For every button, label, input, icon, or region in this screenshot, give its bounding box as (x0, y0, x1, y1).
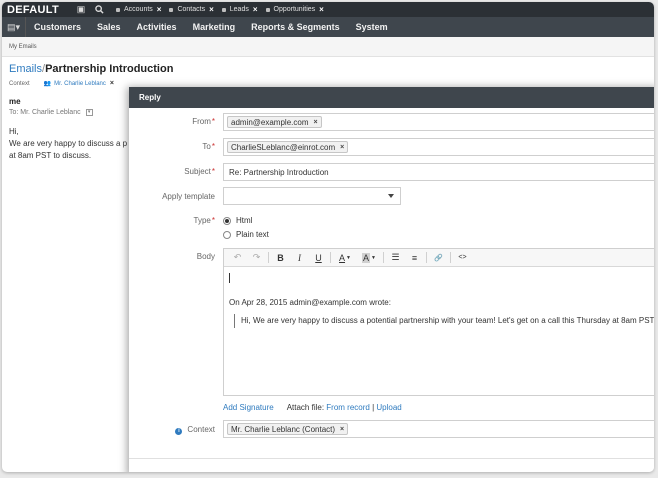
context-field[interactable]: Mr. Charlie Leblanc (Contact) × (223, 420, 654, 438)
pinned-tab-contacts[interactable]: Contacts × (169, 5, 214, 14)
body-label: Body (196, 252, 215, 261)
page-title: Emails/Partnership Introduction (9, 63, 174, 75)
template-label: Apply template (162, 192, 215, 201)
dashboard-menu-icon[interactable]: ▤▾ (2, 17, 26, 37)
pinned-tab-accounts[interactable]: Accounts × (116, 5, 161, 14)
to-tag: CharlieSLeblanc@einrot.com × (227, 141, 349, 153)
subject-input[interactable]: Re: Partnership Introduction (223, 163, 654, 181)
code-icon[interactable]: <> (453, 250, 472, 266)
from-tag: admin@example.com × (227, 116, 322, 128)
email-subject-title: Partnership Introduction (45, 63, 174, 75)
type-plain-text-radio[interactable]: Plain text (223, 230, 269, 239)
type-label: Type* (193, 216, 215, 225)
menu-sales[interactable]: Sales (89, 22, 129, 32)
undo-icon[interactable]: ↶ (228, 250, 247, 266)
pin-icon (116, 7, 120, 12)
numbered-list-icon[interactable]: ≡ (405, 250, 424, 266)
remove-icon[interactable]: × (340, 426, 344, 433)
app-window: DEFAULT ▣ Accounts × Contacts × Leads × Opp… (2, 2, 654, 472)
email-body-preview: Hi, We are very happy to discuss a p at … (9, 127, 128, 160)
radio-unchecked-icon (223, 230, 231, 239)
from-label: From* (192, 117, 215, 126)
dialog-title: Reply (129, 87, 654, 108)
close-icon[interactable]: × (253, 5, 258, 14)
pinned-tab-leads[interactable]: Leads × (221, 5, 258, 14)
context-field-label: i Context (129, 425, 215, 435)
quoted-message: Hi, We are very happy to discuss a poten… (234, 314, 654, 328)
menu-activities[interactable]: Activities (129, 22, 185, 32)
menu-reports-segments[interactable]: Reports & Segments (243, 22, 348, 32)
redo-icon[interactable]: ↷ (247, 250, 266, 266)
subject-label: Subject* (184, 167, 215, 176)
pinned-tab-opportunities[interactable]: Opportunities × (265, 5, 324, 14)
breadcrumb-item[interactable]: My Emails (9, 44, 37, 50)
pin-icon (169, 7, 174, 12)
contact-icon: 👥 (43, 81, 52, 87)
editor-toolbar: ↶ ↷ B I U A ▼ A ▼ ☰ ≡ 🔗 <> (224, 249, 654, 267)
info-icon[interactable]: i (175, 428, 183, 435)
pin-icon (265, 7, 270, 12)
dialog-footer-divider (129, 458, 654, 459)
main-menu: ▤▾ Customers Sales Activities Marketing … (2, 17, 654, 37)
reply-dialog: Reply From* admin@example.com × To* Charl… (129, 87, 654, 472)
context-tag: Mr. Charlie Leblanc (Contact) × (227, 423, 349, 435)
menu-marketing[interactable]: Marketing (185, 22, 244, 32)
expand-icon[interactable]: ▾ (85, 109, 93, 116)
brand-logo[interactable]: DEFAULT (2, 4, 72, 16)
context-label: Context (9, 80, 30, 87)
search-icon[interactable] (90, 2, 108, 17)
background-color-icon[interactable]: A ▼ (357, 250, 381, 266)
pin-icon (221, 7, 226, 12)
upload-link[interactable]: Upload (376, 403, 401, 412)
to-field[interactable]: CharlieSLeblanc@einrot.com × (223, 138, 654, 156)
emails-link[interactable]: Emails (9, 63, 42, 75)
email-recipient: To: Mr. Charlie Leblanc ▾ (9, 109, 93, 116)
font-color-icon[interactable]: A ▼ (333, 250, 357, 266)
radio-checked-icon (223, 216, 231, 225)
remove-icon[interactable]: × (313, 119, 317, 126)
close-icon[interactable]: × (209, 5, 214, 14)
underline-icon[interactable]: U (309, 250, 328, 266)
italic-icon[interactable]: I (290, 250, 309, 266)
editor-actions: Add Signature Attach file: From record |… (223, 403, 402, 412)
window-icon[interactable]: ▣ (72, 2, 90, 17)
breadcrumb: My Emails (2, 37, 654, 57)
menu-customers[interactable]: Customers (26, 22, 89, 32)
add-signature-link[interactable]: Add Signature (223, 403, 274, 412)
template-select[interactable] (223, 187, 401, 205)
email-sender: me (9, 97, 21, 106)
attach-file-label: Attach file: (286, 403, 325, 412)
body-editor[interactable]: ↶ ↷ B I U A ▼ A ▼ ☰ ≡ 🔗 <> On Apr 28, 2015… (223, 248, 654, 396)
close-icon[interactable]: × (157, 5, 162, 14)
remove-icon[interactable]: × (340, 144, 344, 151)
link-icon[interactable]: 🔗 (429, 250, 448, 266)
bullet-list-icon[interactable]: ☰ (386, 250, 405, 266)
menu-system[interactable]: System (348, 22, 396, 32)
text-cursor (229, 273, 230, 283)
close-icon[interactable]: × (319, 5, 324, 14)
quote-header: On Apr 28, 2015 admin@example.com wrote: (229, 298, 391, 307)
to-label: To* (202, 142, 215, 151)
from-record-link[interactable]: From record (326, 403, 370, 412)
close-icon[interactable]: × (110, 80, 114, 87)
type-html-radio[interactable]: Html (223, 216, 252, 225)
bold-icon[interactable]: B (271, 250, 290, 266)
from-field[interactable]: admin@example.com × (223, 113, 654, 131)
chevron-down-icon (388, 194, 394, 198)
context-person-link[interactable]: 👥 Mr. Charlie Leblanc × (44, 80, 114, 87)
top-bar: DEFAULT ▣ Accounts × Contacts × Leads × Opp… (2, 2, 654, 17)
context-row: Context 👥 Mr. Charlie Leblanc × (9, 80, 114, 87)
